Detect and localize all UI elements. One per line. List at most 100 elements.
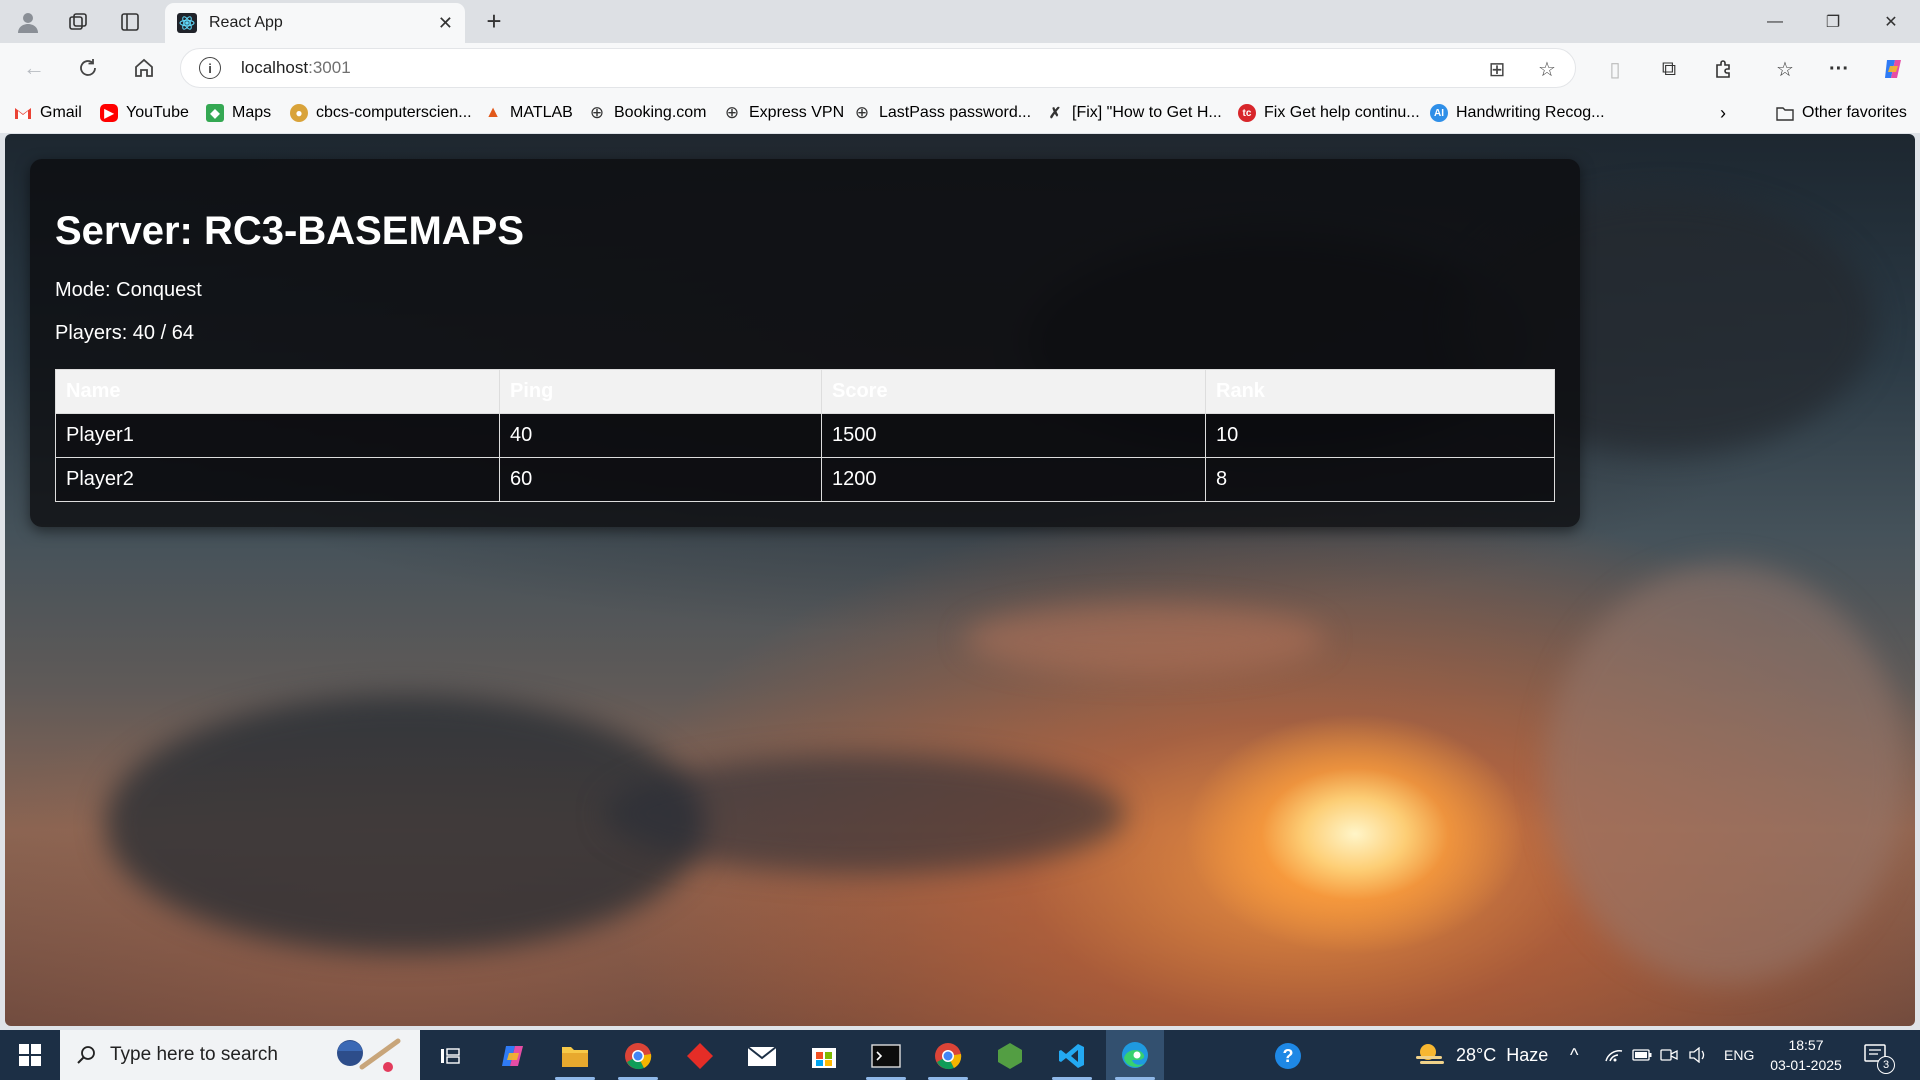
close-window-icon[interactable]: ✕: [1862, 0, 1920, 43]
network-icon[interactable]: [1604, 1030, 1624, 1080]
react-icon: [177, 13, 197, 33]
microsoft-store-icon[interactable]: [804, 1036, 844, 1076]
extensions-icon[interactable]: [1706, 52, 1740, 86]
site-icon: ●: [290, 104, 308, 122]
camera-icon[interactable]: [1660, 1030, 1678, 1080]
favorite-star-icon[interactable]: ☆: [1532, 54, 1562, 84]
tab-bar: React App ✕ + — ❐ ✕: [0, 0, 1920, 43]
bookmark-label: Handwriting Recog...: [1456, 104, 1605, 121]
nodejs-icon[interactable]: [990, 1036, 1030, 1076]
players-table: Name Ping Score Rank Player1 40 1500 10 …: [55, 369, 1555, 502]
workspaces-icon[interactable]: [58, 2, 98, 42]
refresh-icon[interactable]: [70, 50, 106, 86]
gmail-icon: [14, 104, 32, 122]
vscode-icon[interactable]: [1052, 1036, 1092, 1076]
new-tab-icon[interactable]: +: [478, 6, 510, 37]
mail-icon[interactable]: [742, 1036, 782, 1076]
copilot-icon[interactable]: [1876, 52, 1910, 86]
app-install-icon[interactable]: ⊞: [1482, 54, 1512, 84]
server-info-card: Server: RC3-BASEMAPS Mode: Conquest Play…: [30, 159, 1580, 527]
youtube-icon: ▶: [100, 104, 118, 122]
search-placeholder: Type here to search: [110, 1044, 278, 1065]
weather-text: 28°C Haze: [1456, 1044, 1549, 1065]
bookmark-fix-how-to[interactable]: ✗ [Fix] "How to Get H...: [1046, 101, 1222, 125]
cell-name: Player1: [55, 413, 500, 458]
bookmark-label: Maps: [232, 104, 272, 121]
chevron-right-icon[interactable]: ›: [1720, 101, 1726, 125]
other-favorites[interactable]: Other favorites: [1776, 101, 1907, 125]
chrome-icon[interactable]: [618, 1036, 658, 1076]
tab-title: React App: [209, 14, 283, 31]
url-field[interactable]: i localhost:3001: [180, 48, 1576, 88]
table-header-row: Name Ping Score Rank: [55, 369, 1555, 414]
cell-ping: 60: [499, 457, 822, 502]
taskbar-search-field[interactable]: Type here to search: [60, 1030, 420, 1080]
cell-rank: 10: [1205, 413, 1555, 458]
task-view-icon[interactable]: [430, 1036, 470, 1076]
svg-text:?: ?: [1283, 1046, 1294, 1066]
chrome-profile-icon[interactable]: [928, 1036, 968, 1076]
back-icon[interactable]: ←: [16, 50, 52, 86]
search-highlight-icon: [328, 1035, 404, 1075]
bookmark-label: Booking.com: [614, 104, 707, 121]
site-icon: tc: [1238, 104, 1256, 122]
column-header-name: Name: [55, 369, 500, 414]
server-mode: Mode: Conquest: [55, 279, 202, 301]
table-row: Player1 40 1500 10: [55, 413, 1555, 458]
volume-icon[interactable]: [1688, 1030, 1708, 1080]
battery-icon[interactable]: [1632, 1030, 1652, 1080]
bookmark-cbcs[interactable]: ● cbcs-computerscien...: [290, 101, 472, 125]
bookmark-maps[interactable]: ◆ Maps: [206, 101, 271, 125]
clock[interactable]: 18:57 03-01-2025: [1760, 1030, 1852, 1080]
bookmark-handwriting[interactable]: AI Handwriting Recog...: [1430, 101, 1605, 125]
background-cloud: [1545, 564, 1905, 984]
globe-icon: ⊕: [724, 103, 740, 122]
more-menu-icon[interactable]: ···: [1822, 52, 1856, 86]
home-icon[interactable]: [126, 50, 162, 86]
bookmark-lastpass[interactable]: ⊕ LastPass password...: [853, 101, 1031, 125]
notifications-icon[interactable]: 3: [1864, 1030, 1895, 1080]
vertical-tabs-icon[interactable]: [110, 2, 150, 42]
terminal-icon[interactable]: [866, 1036, 906, 1076]
split-screen-icon[interactable]: ▯: [1598, 52, 1632, 86]
favorites-icon[interactable]: ☆: [1768, 52, 1802, 86]
search-icon: [76, 1045, 96, 1065]
bookmark-label: Express VPN: [749, 104, 845, 121]
ai-icon: AI: [1430, 104, 1448, 122]
cell-score: 1200: [821, 457, 1206, 502]
edge-icon[interactable]: [1106, 1030, 1164, 1080]
minimize-icon[interactable]: —: [1746, 0, 1804, 43]
tab-react-app[interactable]: React App ✕: [165, 3, 465, 43]
bookmark-label: MATLAB: [510, 104, 573, 121]
bookmark-youtube[interactable]: ▶ YouTube: [100, 101, 189, 125]
file-explorer-icon[interactable]: [555, 1036, 595, 1076]
profile-icon[interactable]: [8, 2, 48, 42]
close-tab-icon[interactable]: ✕: [438, 13, 453, 34]
cell-score: 1500: [821, 413, 1206, 458]
weather-widget[interactable]: 28°C Haze: [1414, 1030, 1548, 1080]
bookmark-booking[interactable]: ⊕ Booking.com: [588, 101, 707, 125]
bookmark-label: Gmail: [40, 104, 82, 121]
site-info-icon[interactable]: i: [199, 57, 221, 79]
bookmark-label: LastPass password...: [879, 104, 1032, 121]
show-hidden-icons-chevron-icon[interactable]: ^: [1570, 1030, 1578, 1080]
bookmark-gmail[interactable]: Gmail: [14, 101, 82, 125]
collections-icon[interactable]: ⧉: [1652, 52, 1686, 86]
bookmark-matlab[interactable]: ▲ MATLAB: [484, 101, 573, 125]
notification-count: 3: [1877, 1056, 1895, 1074]
tool-icon: ✗: [1048, 105, 1062, 122]
maps-icon: ◆: [206, 104, 224, 122]
bookmark-label: Fix Get help continu...: [1264, 104, 1420, 121]
cell-rank: 8: [1205, 457, 1555, 502]
pinned-app-red-icon[interactable]: [680, 1036, 720, 1076]
help-icon[interactable]: ?: [1268, 1036, 1308, 1076]
language-indicator[interactable]: ENG: [1724, 1030, 1754, 1080]
windows-start-icon[interactable]: [0, 1030, 60, 1080]
bookmark-label: YouTube: [126, 104, 189, 121]
background-cloud: [965, 604, 1325, 674]
copilot-taskbar-icon[interactable]: [493, 1036, 533, 1076]
bookmark-fix-get-help[interactable]: tc Fix Get help continu...: [1238, 101, 1420, 125]
bookmark-expressvpn[interactable]: ⊕ Express VPN: [723, 101, 844, 125]
bookmark-label: [Fix] "How to Get H...: [1072, 104, 1222, 121]
restore-icon[interactable]: ❐: [1804, 0, 1862, 43]
